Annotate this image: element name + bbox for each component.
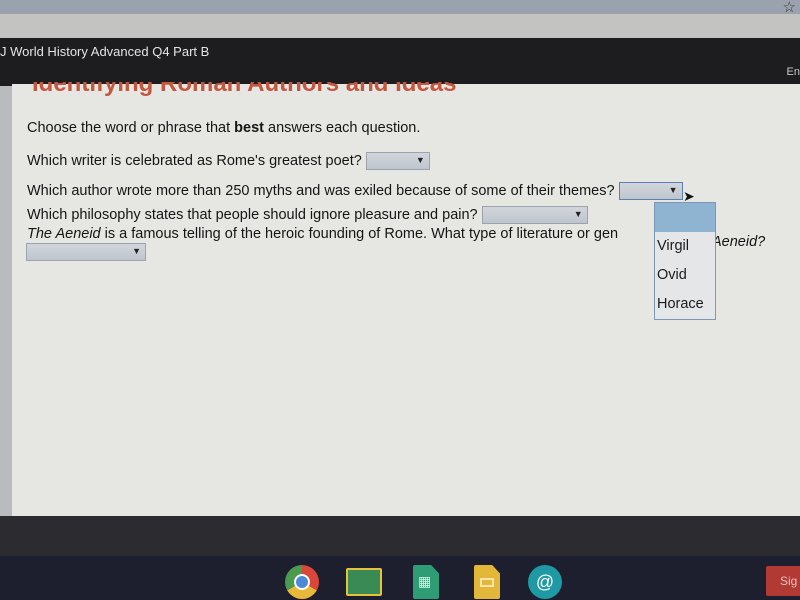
- dropdown-option-virgil[interactable]: Virgil: [655, 232, 715, 261]
- chevron-down-icon: ▼: [573, 209, 583, 219]
- sign-out-button[interactable]: Sig: [766, 566, 800, 596]
- dropdown-option-ovid[interactable]: Ovid: [655, 261, 715, 290]
- question-3: Which philosophy states that people shou…: [27, 206, 588, 224]
- instructions: Choose the word or phrase that best answ…: [27, 120, 421, 136]
- activity-content: Identifying Roman Authors and Ideas Choo…: [12, 82, 800, 516]
- question-4-select[interactable]: ▼: [26, 243, 146, 261]
- dropdown-options-list[interactable]: Virgil Ovid Horace: [654, 202, 716, 320]
- screen-bezel: [0, 516, 800, 556]
- chevron-down-icon: ▼: [668, 185, 678, 195]
- question-1: Which writer is celebrated as Rome's gre…: [27, 152, 430, 170]
- chrome-icon[interactable]: [285, 565, 319, 599]
- google-classroom-icon[interactable]: [346, 568, 382, 596]
- os-shelf: @: [0, 556, 800, 600]
- hangouts-icon[interactable]: @: [528, 565, 562, 599]
- google-sheets-icon[interactable]: [413, 565, 439, 599]
- question-3-select[interactable]: ▼: [481, 206, 588, 224]
- dropdown-option-horace[interactable]: Horace: [655, 290, 715, 319]
- chevron-down-icon: ▼: [132, 246, 141, 256]
- course-title: J World History Advanced Q4 Part B: [0, 44, 210, 59]
- dropdown-option-blank[interactable]: [655, 203, 715, 232]
- question-2: Which author wrote more than 250 myths a…: [27, 182, 683, 200]
- browser-tabstrip: [0, 14, 800, 40]
- mouse-cursor-icon: ➤: [683, 188, 695, 204]
- google-slides-icon[interactable]: [474, 565, 500, 599]
- question-2-select[interactable]: ▼: [618, 182, 683, 200]
- header-right-text[interactable]: En: [787, 66, 800, 78]
- question-4: The Aeneid is a famous telling of the he…: [27, 226, 619, 242]
- question-1-select[interactable]: ▼: [365, 152, 430, 170]
- chevron-down-icon: ▼: [415, 155, 425, 165]
- app-header: J World History Advanced Q4 Part B En: [0, 38, 800, 86]
- browser-toolbar: ☆: [0, 0, 800, 16]
- question-4-tail: Aeneid?: [712, 234, 766, 250]
